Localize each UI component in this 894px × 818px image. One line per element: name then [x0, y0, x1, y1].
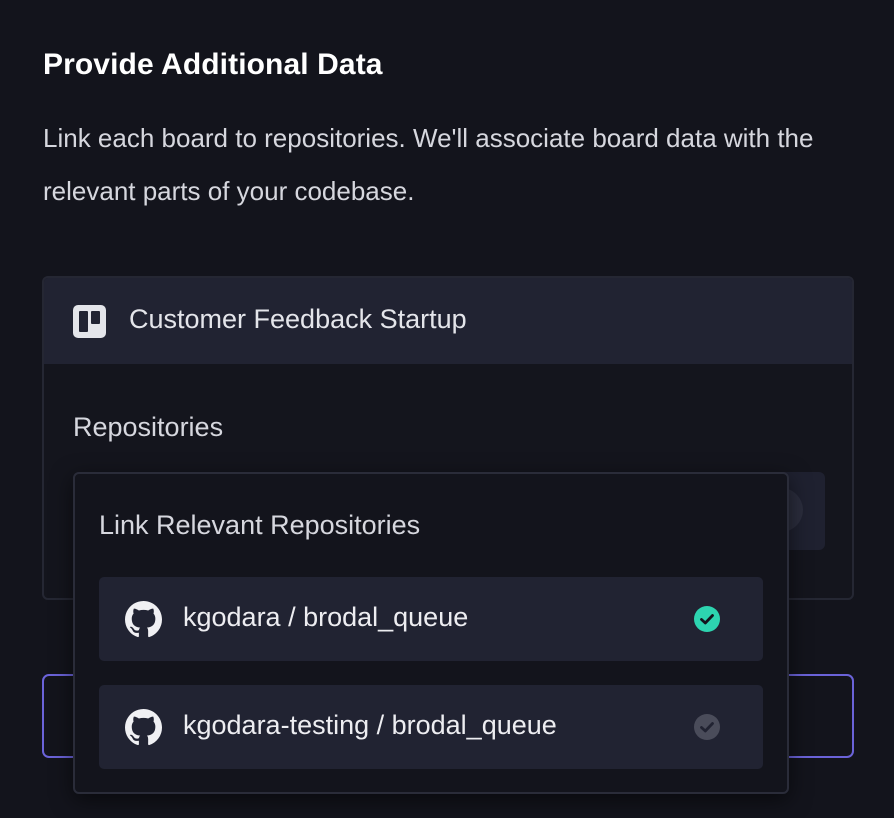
repositories-dropdown: Link Relevant Repositories kgodara / bro…	[73, 472, 789, 794]
page-title: Provide Additional Data	[43, 48, 383, 81]
page-description: Link each board to repositories. We'll a…	[43, 123, 814, 206]
board-name: Customer Feedback Startup	[129, 304, 467, 334]
github-icon	[125, 709, 162, 746]
repo-name: kgodara / brodal_queue	[183, 602, 469, 632]
repositories-label: Repositories	[73, 412, 224, 442]
repo-option[interactable]: kgodara / brodal_queue	[99, 577, 763, 661]
dropdown-title: Link Relevant Repositories	[99, 510, 421, 540]
page: Provide Additional Data Link each board …	[0, 0, 894, 818]
check-circle-icon	[694, 714, 720, 740]
trello-board-icon	[73, 305, 106, 338]
github-icon	[125, 601, 162, 638]
repo-option[interactable]: kgodara-testing / brodal_queue	[99, 685, 763, 769]
check-circle-icon	[694, 606, 720, 632]
board-header: Customer Feedback Startup	[44, 278, 852, 364]
repo-name: kgodara-testing / brodal_queue	[183, 710, 557, 740]
